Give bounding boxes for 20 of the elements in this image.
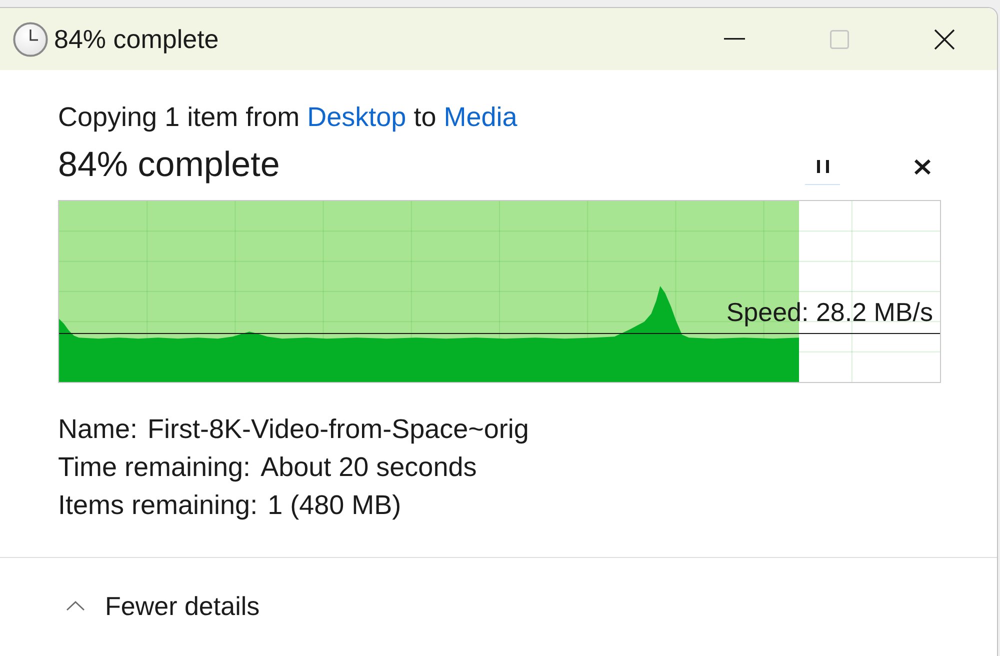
- minimize-icon: [724, 38, 745, 40]
- detail-label: Time remaining:: [58, 451, 251, 484]
- detail-label: Items remaining:: [58, 489, 258, 522]
- window-title: 84% complete: [54, 26, 219, 52]
- speed-label: Speed: 28.2 MB/s: [726, 297, 933, 327]
- maximize-icon: [830, 30, 849, 48]
- folder-link[interactable]: Media: [444, 102, 518, 132]
- detail-value: First-8K-Video-from-Space~orig: [148, 413, 529, 446]
- progress-heading: 84% complete: [58, 144, 280, 185]
- detail-value: About 20 seconds: [260, 451, 477, 484]
- clock-icon: [13, 22, 48, 56]
- close-icon: [934, 28, 955, 50]
- copy-summary: Copying 1 item from Desktop to Media: [58, 101, 518, 134]
- pause-icon: [814, 160, 830, 173]
- close-icon: [914, 159, 931, 175]
- detail-value: 1 (480 MB): [268, 489, 402, 522]
- fewer-details-button[interactable]: Fewer details: [66, 590, 260, 622]
- chevron-up-icon: [66, 601, 85, 611]
- folder-link[interactable]: Desktop: [307, 102, 406, 132]
- detail-label: Name:: [58, 413, 138, 446]
